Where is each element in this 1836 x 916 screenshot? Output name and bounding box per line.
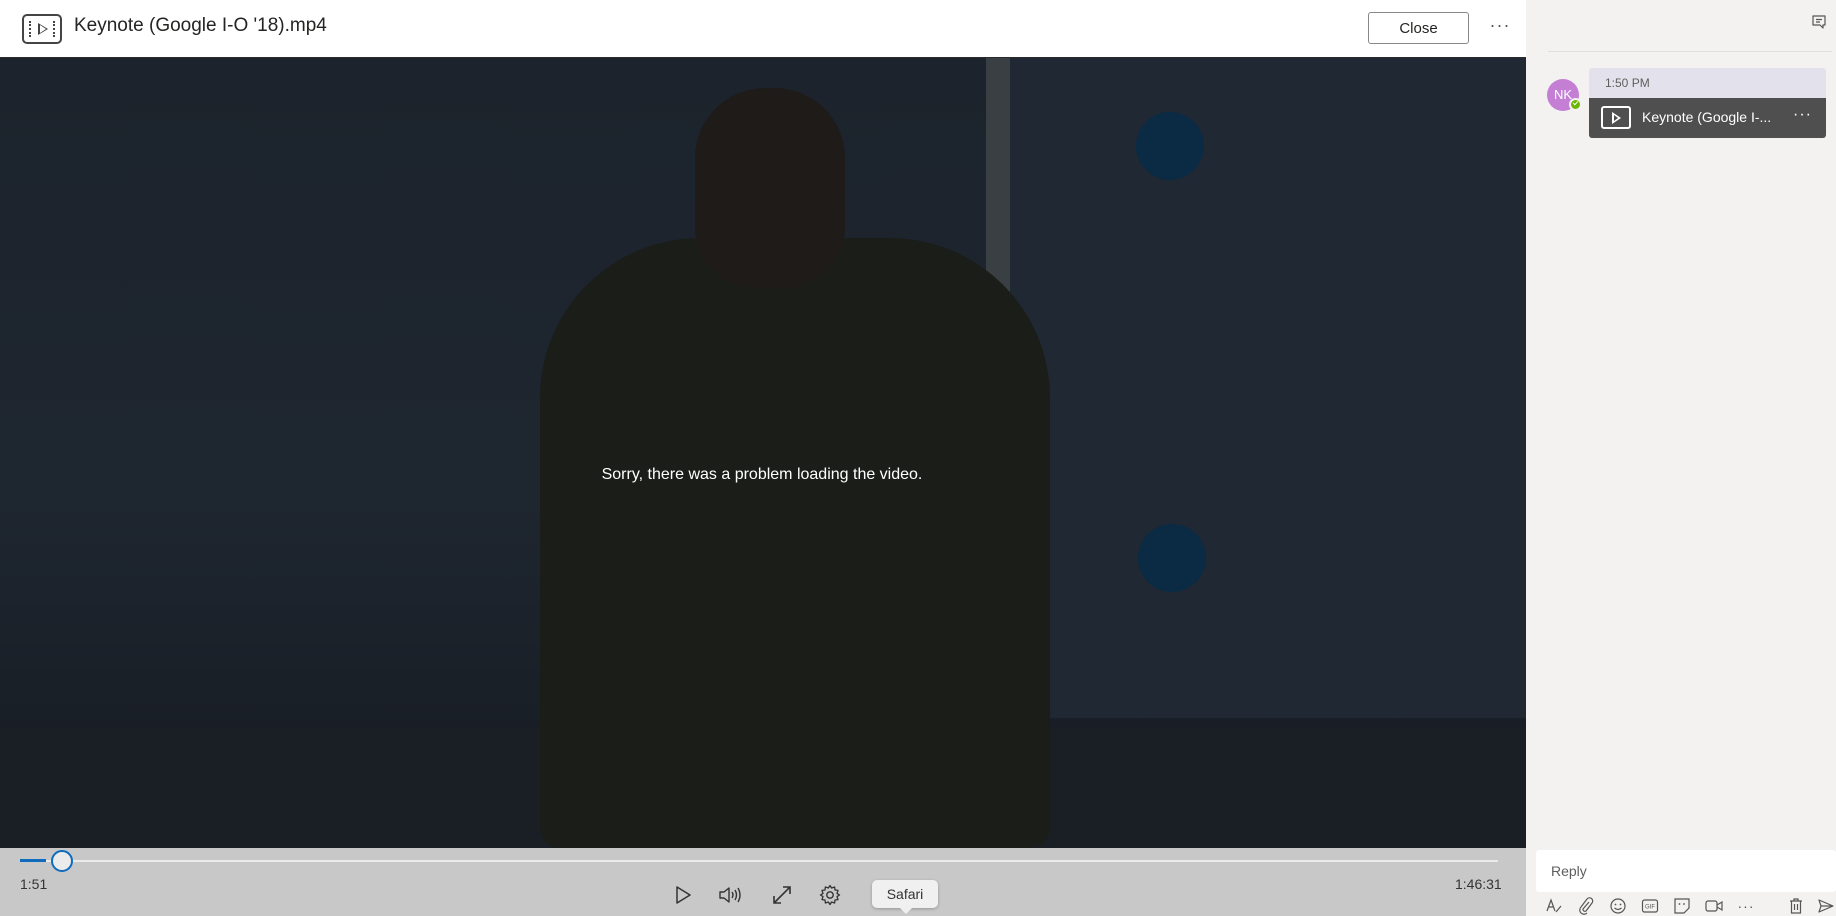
svg-text:GIF: GIF [1645,905,1655,911]
delete-button[interactable] [1786,896,1806,916]
play-icon [676,886,691,904]
panel-divider [1548,51,1832,52]
current-time: 1:51 [20,876,48,892]
video-player[interactable]: Sorry, there was a problem loading the v… [0,58,1526,848]
video-error-message: Sorry, there was a problem loading the v… [601,466,923,483]
conversation-icon[interactable] [1811,14,1829,32]
gif-icon: GIF [1641,899,1659,913]
file-viewer: Keynote (Google I-O '18).mp4 Close ··· S… [0,0,1526,916]
message-timestamp: 1:50 PM [1589,68,1826,98]
close-button[interactable]: Close [1368,12,1469,44]
chat-side-panel: NK 1:50 PM Keynote (Google I-... ··· [1526,0,1836,916]
meet-now-button[interactable] [1704,896,1724,916]
more-options-button[interactable]: ··· [1487,14,1513,40]
attachment-file-name[interactable]: Keynote (Google I-... [1642,109,1771,125]
sticker-button[interactable] [1672,896,1692,916]
volume-button[interactable] [716,880,746,910]
send-button[interactable] [1816,896,1836,916]
format-icon [1546,898,1562,913]
compose-toolbar: GIF ··· [1536,896,1836,916]
attach-button[interactable] [1576,896,1596,916]
volume-icon [719,887,741,903]
seek-bar[interactable] [20,860,1498,862]
chat-message: 1:50 PM Keynote (Google I-... ··· [1589,68,1826,138]
video-file-icon [22,14,62,44]
settings-button[interactable] [815,880,845,910]
file-attachment-card[interactable]: Keynote (Google I-... ··· [1589,98,1826,138]
delete-icon [1790,898,1802,914]
fullscreen-button[interactable] [767,880,797,910]
tooltip: Safari [872,880,938,914]
sticker-icon [1674,898,1690,914]
viewer-header: Keynote (Google I-O '18).mp4 Close ··· [0,0,1526,58]
format-button[interactable] [1544,896,1564,916]
reply-input[interactable] [1536,850,1836,892]
expand-icon [773,886,791,904]
seek-bar-progress [20,859,46,862]
video-controls-bar [0,848,1526,916]
gear-icon [819,884,841,906]
reply-box[interactable] [1536,850,1836,892]
emoji-button[interactable] [1608,896,1628,916]
play-button[interactable] [668,880,698,910]
seek-handle[interactable] [50,850,73,872]
more-options-icon[interactable]: ··· [1736,896,1756,916]
meet-now-icon [1705,900,1723,912]
send-icon [1818,899,1834,913]
file-title: Keynote (Google I-O '18).mp4 [74,15,327,36]
video-file-icon [1601,106,1631,129]
app-window: Keynote (Google I-O '18).mp4 Close ··· S… [0,0,1836,916]
presence-available-icon [1569,98,1582,111]
attachment-more-button[interactable]: ··· [1793,106,1812,124]
gif-button[interactable]: GIF [1640,896,1660,916]
total-duration: 1:46:31 [1455,876,1502,892]
attach-icon [1579,897,1594,915]
emoji-icon [1610,898,1626,914]
